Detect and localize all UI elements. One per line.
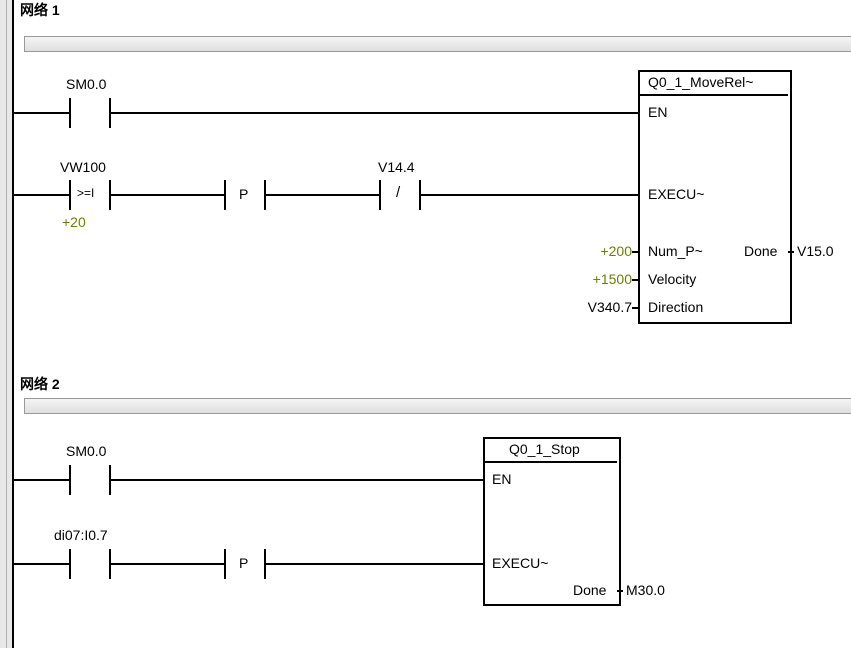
- wire: [111, 563, 224, 565]
- fb-in-val: +1500: [585, 271, 632, 287]
- contact-label: di07:I0.7: [54, 527, 108, 543]
- fb-title: Q0_1_MoveRel~: [648, 74, 753, 90]
- pin: [788, 251, 794, 253]
- fb-in-en: EN: [648, 104, 667, 120]
- wire: [14, 194, 69, 196]
- contact-op: /: [396, 184, 400, 201]
- gutter-line: [6, 0, 7, 648]
- fb-out-val: V15.0: [797, 243, 834, 259]
- contact-left: [69, 180, 71, 210]
- fb-sep: [483, 461, 617, 463]
- contact-value: +20: [62, 214, 86, 230]
- wire: [111, 479, 483, 481]
- ladder-editor: 网络 1 SM0.0 >=I VW100 +20 P / V14.4 Q0_1_…: [0, 0, 851, 648]
- fb-in-label: Num_P~: [648, 243, 703, 259]
- wire: [266, 194, 379, 196]
- fb-in-exec: EXECU~: [648, 186, 704, 202]
- fb-in-exec: EXECU~: [492, 555, 548, 571]
- contact-label: V14.4: [378, 159, 415, 175]
- wire: [14, 479, 69, 481]
- pin: [632, 251, 638, 253]
- fb-out-val: M30.0: [626, 582, 665, 598]
- fb-in-val: +200: [594, 243, 632, 259]
- pin: [632, 279, 638, 281]
- network-comment-bar[interactable]: [24, 36, 851, 52]
- contact-left: [379, 180, 381, 210]
- contact-label: SM0.0: [66, 76, 106, 92]
- network-title: 网络 1: [20, 0, 60, 20]
- contact-label: SM0.0: [66, 443, 106, 459]
- contact-label: P: [239, 555, 248, 571]
- network-comment-bar[interactable]: [24, 398, 851, 414]
- wire: [421, 194, 638, 196]
- contact-label: VW100: [60, 159, 106, 175]
- pin: [632, 307, 638, 309]
- contact-left: [69, 465, 71, 495]
- contact-left: [69, 98, 71, 128]
- wire: [111, 194, 224, 196]
- fb-sep: [638, 94, 788, 96]
- fb-in-val: V340.7: [579, 299, 632, 315]
- pin: [617, 590, 623, 592]
- contact-left: [69, 549, 71, 579]
- contact-left: [224, 180, 226, 210]
- fb-out-label: Done: [573, 582, 606, 598]
- fb-title: Q0_1_Stop: [509, 441, 580, 457]
- fb-in-label: Velocity: [648, 271, 696, 287]
- contact-op: >=I: [77, 186, 94, 200]
- wire: [14, 563, 69, 565]
- wire: [266, 563, 483, 565]
- fb-in-label: Direction: [648, 299, 703, 315]
- network-title: 网络 2: [20, 374, 60, 394]
- power-rail: [12, 0, 14, 648]
- wire: [111, 112, 638, 114]
- wire: [14, 112, 69, 114]
- fb-out-label: Done: [744, 243, 777, 259]
- contact-label: P: [239, 186, 248, 202]
- contact-left: [224, 549, 226, 579]
- fb-in-en: EN: [492, 471, 511, 487]
